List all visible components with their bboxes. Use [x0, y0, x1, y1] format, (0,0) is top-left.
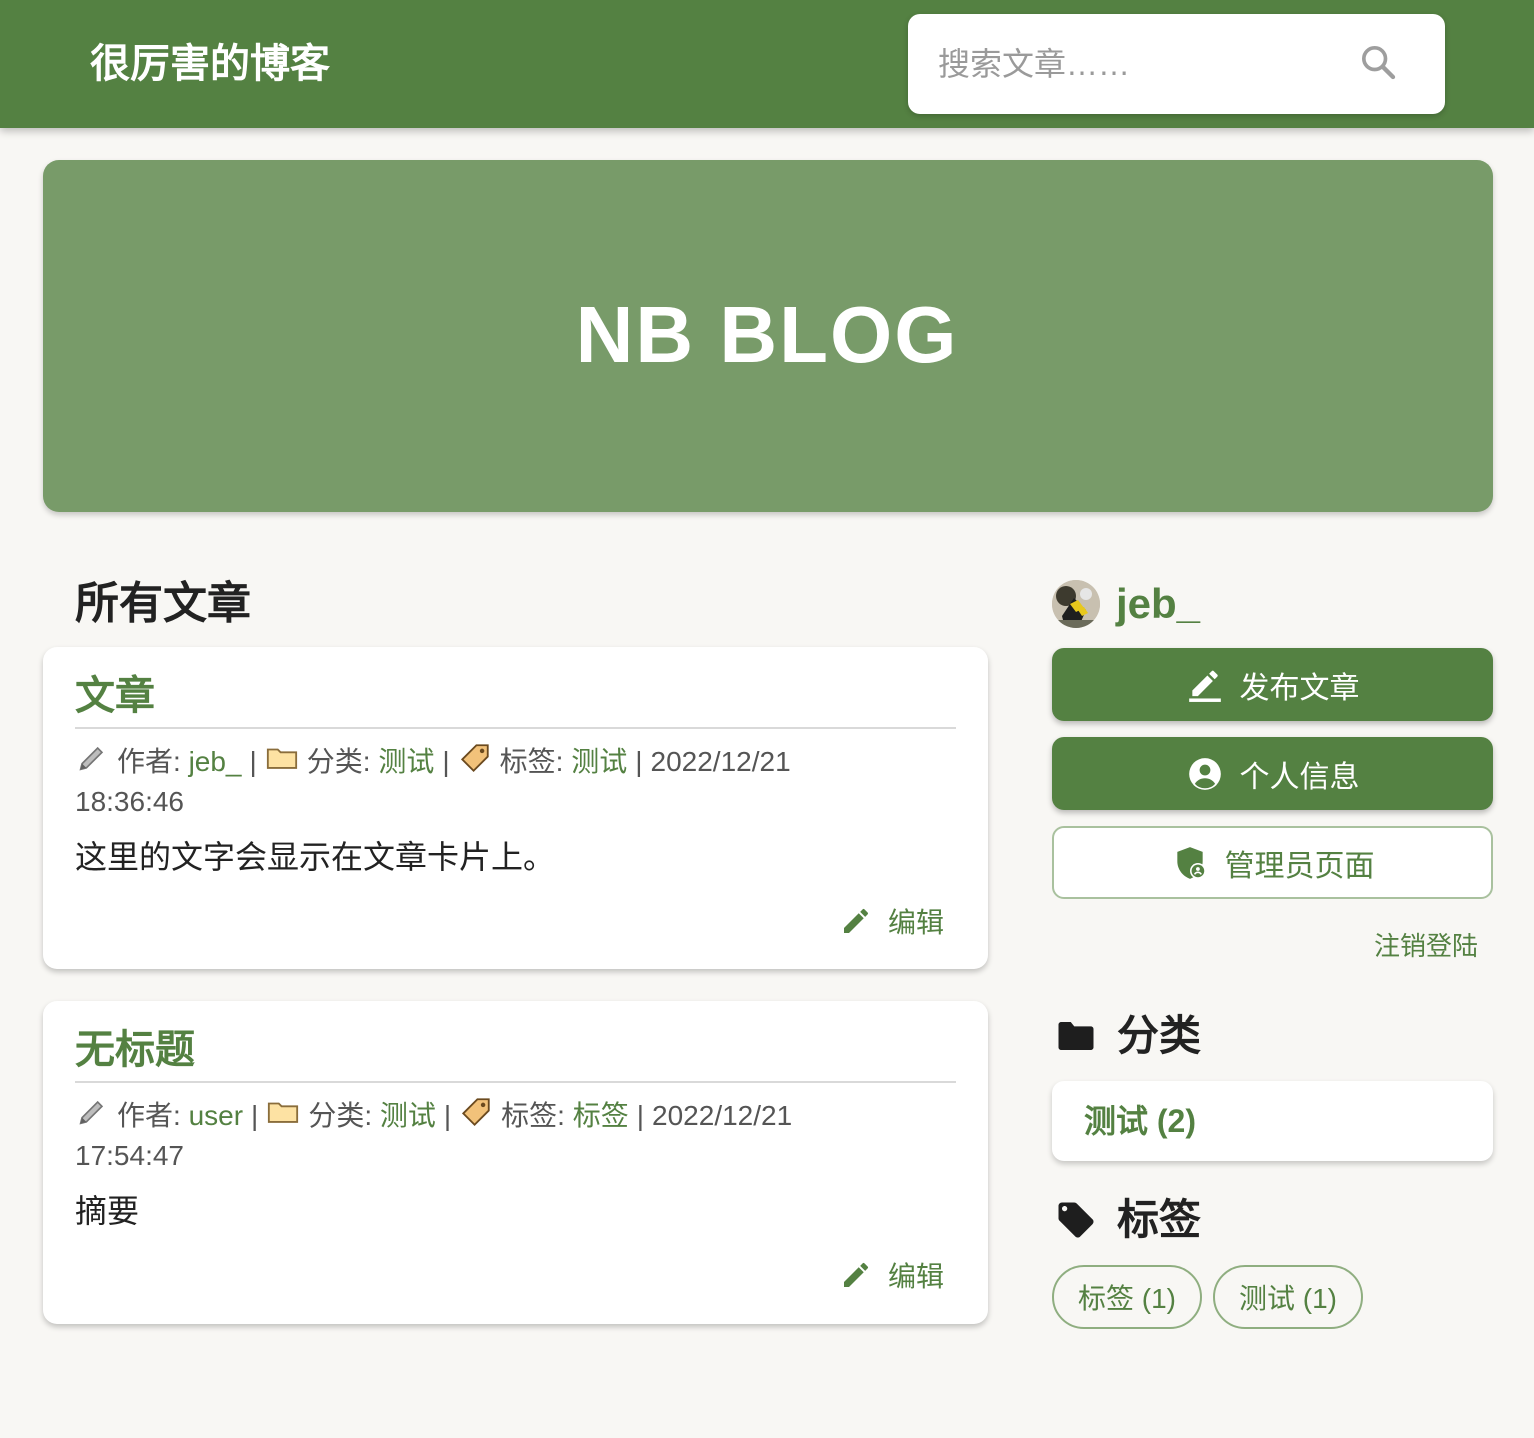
author-label: 作者:	[117, 746, 181, 777]
banner-title: NB BLOG	[575, 290, 959, 379]
publish-icon	[1188, 670, 1221, 702]
profile-button[interactable]: 个人信息	[1052, 737, 1493, 810]
tag-label: 标签:	[501, 1100, 565, 1131]
username[interactable]: jeb_	[1116, 578, 1200, 630]
profile-label: 个人信息	[1239, 760, 1360, 794]
category-link[interactable]: 测试	[378, 746, 434, 777]
publish-article-button[interactable]: 发布文章	[1052, 648, 1493, 721]
meta-separator: |	[249, 746, 257, 777]
folder-icon	[266, 748, 297, 769]
tag-label: 标签:	[499, 746, 564, 777]
article-title[interactable]: 文章	[75, 671, 155, 721]
tag-solid-icon	[1058, 1202, 1094, 1238]
top-bar: 很厉害的博客	[0, 0, 1534, 128]
all-articles-heading: 所有文章	[75, 579, 251, 628]
article-meta: 作者: user | 分类: 测试 | 标签: 标签 | 2022/12/21 17:54:4…	[75, 1095, 875, 1176]
tag-link[interactable]: 标签	[573, 1100, 629, 1131]
meta-separator: |	[636, 1100, 645, 1131]
category-label: 分类:	[308, 1100, 373, 1131]
admin-page-button[interactable]: 管理员页面	[1052, 826, 1493, 899]
tags-heading: 标签	[1055, 1194, 1201, 1246]
article-card[interactable]: 文章 作者: jeb_ | 分类: 测试 | 标签: 测试 | 2022/12/21 18:3…	[43, 647, 988, 969]
pencil-icon	[79, 746, 104, 771]
avatar-image	[1052, 580, 1100, 628]
article-date: 2022/12/21	[652, 1100, 793, 1131]
meta-separator: |	[442, 746, 450, 777]
category-link[interactable]: 测试	[380, 1100, 436, 1131]
edit-icon	[843, 908, 868, 933]
article-time: 18:36:46	[75, 786, 184, 817]
categories-heading: 分类	[1055, 1010, 1201, 1062]
avatar[interactable]	[1052, 580, 1100, 628]
tag-chip[interactable]: 测试 (1)	[1213, 1265, 1364, 1329]
tag-link[interactable]: 测试	[571, 746, 627, 777]
edit-icon	[843, 1262, 868, 1287]
category-label: 分类:	[306, 746, 371, 777]
site-title[interactable]: 很厉害的博客	[90, 40, 330, 88]
category-item[interactable]: 测试 (2)	[1084, 1101, 1196, 1141]
edit-label: 编辑	[887, 1261, 944, 1292]
account-icon	[1188, 757, 1221, 790]
edit-button[interactable]: 编辑	[840, 901, 944, 941]
article-summary: 这里的文字会显示在文章卡片上。	[75, 839, 556, 875]
publish-label: 发布文章	[1239, 671, 1360, 705]
article-title[interactable]: 无标题	[75, 1025, 195, 1075]
tag-icon	[462, 1098, 490, 1127]
categories-heading-text: 分类	[1117, 1012, 1202, 1059]
author-link[interactable]: jeb_	[189, 746, 242, 777]
folder-icon	[268, 1102, 299, 1123]
edit-button[interactable]: 编辑	[840, 1255, 944, 1295]
article-summary: 摘要	[75, 1193, 140, 1229]
article-date: 2022/12/21	[650, 746, 791, 777]
pencil-icon	[79, 1100, 104, 1125]
article-time: 17:54:47	[75, 1140, 184, 1171]
admin-shield-icon	[1176, 846, 1206, 879]
edit-label: 编辑	[887, 907, 944, 938]
author-label: 作者:	[117, 1100, 181, 1131]
categories-card: 测试 (2)	[1052, 1081, 1493, 1161]
article-meta: 作者: jeb_ | 分类: 测试 | 标签: 测试 | 2022/12/21 18:36:4…	[75, 741, 875, 822]
tag-chip[interactable]: 标签 (1)	[1052, 1265, 1203, 1329]
article-divider	[75, 727, 956, 729]
author-link[interactable]: user	[189, 1100, 243, 1131]
tags-heading-text: 标签	[1117, 1196, 1202, 1243]
article-divider	[75, 1081, 956, 1083]
meta-separator: |	[251, 1100, 259, 1131]
meta-separator: |	[635, 746, 643, 777]
tag-icon	[460, 744, 489, 773]
search-icon[interactable]	[1358, 42, 1398, 82]
user-profile-row[interactable]: jeb_	[1052, 578, 1200, 630]
article-card[interactable]: 无标题 作者: user | 分类: 测试 | 标签: 标签 | 2022/12/21 17:…	[43, 1001, 988, 1324]
meta-separator: |	[443, 1100, 452, 1131]
folder-solid-icon	[1058, 1022, 1094, 1050]
admin-label: 管理员页面	[1224, 849, 1375, 883]
search-input[interactable]	[938, 40, 1338, 88]
logout-link[interactable]: 注销登陆	[1374, 928, 1478, 964]
